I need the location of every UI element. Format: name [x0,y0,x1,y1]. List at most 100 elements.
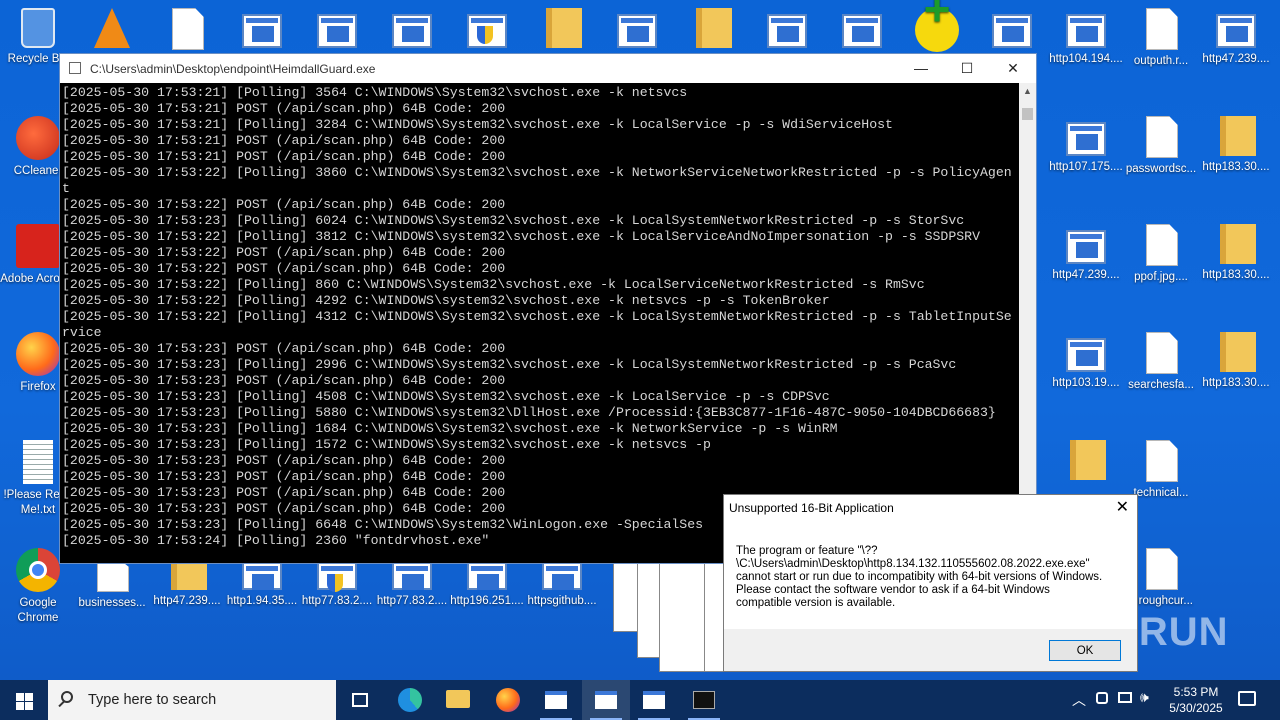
taskbar-search[interactable]: Type here to search [48,680,336,720]
desktop-icon-exe[interactable] [599,8,675,52]
console-scrollbar[interactable]: ▲ [1019,83,1036,563]
desktop-icon-folder[interactable]: http183.30.... [1198,332,1274,391]
desktop-icon-exe[interactable]: http104.194.... [1048,8,1124,67]
console-line: [2025-05-30 17:53:23] POST (/api/scan.ph… [62,469,506,484]
desktop-icon-folder[interactable] [1048,440,1124,484]
recycle-bin-icon [21,8,55,48]
exe-icon [317,14,357,48]
desktop-icon-exe[interactable] [449,8,525,52]
exe-icon [1066,338,1106,372]
windows-logo-icon [25,702,33,710]
taskbar-app-active[interactable] [582,680,630,720]
console-line: [2025-05-30 17:53:22] [Polling] 860 C:\W… [62,277,925,292]
desktop-icon-file[interactable] [149,8,225,54]
taskbar-edge[interactable] [386,680,434,720]
console-line: [2025-05-30 17:53:21] POST (/api/scan.ph… [62,101,506,116]
console-line: t [62,181,70,196]
desktop-icon-folder[interactable]: http47.239.... [149,560,225,609]
minimize-button[interactable]: — [898,54,944,83]
windows-logo-icon [16,702,24,710]
desktop-icon-file[interactable]: passwordsc... [1123,116,1199,177]
desktop-icon-file[interactable]: outputh.r... [1123,8,1199,69]
desktop-icon-file[interactable]: technical... [1123,440,1199,501]
folder-icon [546,8,582,48]
exe-icon [1066,122,1106,156]
start-button[interactable] [0,680,48,720]
taskbar-firefox[interactable] [484,680,532,720]
exe-icon [767,14,807,48]
desktop-icon-exe[interactable] [299,8,375,52]
desktop-icon-label: http183.30.... [1202,377,1270,389]
console-titlebar[interactable]: C:\Users\admin\Desktop\endpoint\Heimdall… [60,54,1036,83]
console-line: [2025-05-30 17:53:21] POST (/api/scan.ph… [62,149,506,164]
file-icon [1146,224,1178,266]
task-view-button[interactable] [336,680,384,720]
desktop-icon-label: http77.83.2.... [301,595,373,607]
maximize-button[interactable]: ☐ [944,54,990,83]
desktop-icon-app[interactable] [899,2,975,56]
ok-button[interactable]: OK [1049,640,1121,661]
acrobat-icon [16,224,60,268]
console-window[interactable]: C:\Users\admin\Desktop\endpoint\Heimdall… [59,53,1037,564]
network-icon[interactable] [1096,692,1108,704]
chrome-icon [16,548,60,592]
desktop-icon-folder[interactable] [524,8,600,52]
folder-icon [446,690,470,708]
file-icon [1146,548,1178,590]
console-line: [2025-05-30 17:53:22] POST (/api/scan.ph… [62,245,506,260]
desktop-icon-file[interactable]: businesses... [74,560,150,611]
desktop-icon-exe[interactable]: http77.83.2.... [299,560,375,609]
desktop-icon-file[interactable]: ppof.jpg.... [1123,224,1199,285]
desktop-icon-exe[interactable]: http77.83.2.... [374,560,450,609]
desktop-icon-label: searchesfa... [1128,379,1194,391]
file-icon [1146,8,1178,50]
desktop-icon-exe[interactable] [374,8,450,52]
desktop-icon-exe[interactable] [974,8,1050,52]
desktop-icon-exe[interactable] [749,8,825,52]
console-line: [2025-05-30 17:53:23] POST (/api/scan.ph… [62,341,506,356]
scroll-thumb[interactable] [1022,108,1033,120]
exe-shield-icon [467,14,507,48]
monitor-icon[interactable] [1118,692,1132,703]
text-file-icon [23,440,53,484]
dialog-close-button[interactable]: ✕ [1116,497,1129,517]
taskbar-console[interactable] [680,680,728,720]
taskbar-app[interactable] [630,680,678,720]
close-button[interactable]: ✕ [990,54,1036,83]
search-icon [61,691,73,703]
notification-icon[interactable] [1238,691,1256,706]
console-app-icon [69,62,81,74]
console-line: [2025-05-30 17:53:23] [Polling] 2996 C:\… [62,357,957,372]
exe-shield-icon [317,562,357,592]
chevron-up-icon[interactable]: ︿ [1072,690,1086,710]
desktop-icon-exe[interactable] [224,8,300,52]
desktop-icon-exe[interactable] [824,8,900,52]
desktop-icon-exe[interactable]: http1.94.35.... [224,560,300,609]
desktop-icon-label: http196.251.... [450,595,524,607]
desktop-icon-exe[interactable]: httpsgithub.... [524,560,600,609]
desktop-icon-vlc[interactable] [74,8,150,52]
desktop-icon-folder[interactable]: http183.30.... [1198,116,1274,175]
desktop-icon-exe[interactable]: http47.239.... [1198,8,1274,67]
volume-icon[interactable]: 🕪 [1140,689,1149,706]
desktop-icon-exe[interactable]: http47.239.... [1048,224,1124,283]
scroll-up-icon[interactable]: ▲ [1019,83,1036,100]
console-output: [2025-05-30 17:53:21] [Polling] 3564 C:\… [60,83,1018,563]
plus-icon [915,2,959,52]
desktop-icon-exe[interactable]: http196.251.... [449,560,525,609]
folder-icon [1220,116,1256,156]
desktop-icon-label: http77.83.2.... [376,595,448,607]
desktop-icon-label: http1.94.35.... [226,595,298,607]
desktop-icon-exe[interactable]: http103.19.... [1048,332,1124,391]
desktop-icon-folder[interactable] [674,8,750,52]
desktop-icon-label: http107.175.... [1049,161,1123,173]
taskbar-app[interactable] [532,680,580,720]
desktop-icon-exe[interactable]: http107.175.... [1048,116,1124,175]
taskbar-file-explorer[interactable] [434,680,482,720]
clock[interactable]: 5:53 PM 5/30/2025 [1158,684,1234,716]
folder-icon [1070,440,1106,480]
desktop-icon-folder[interactable]: http183.30.... [1198,224,1274,283]
console-line: [2025-05-30 17:53:23] [Polling] 5880 C:\… [62,405,996,420]
desktop-icon-file[interactable]: searchesfa... [1123,332,1199,393]
unsupported-app-dialog[interactable]: Unsupported 16-Bit Application ✕ The pro… [723,494,1138,672]
